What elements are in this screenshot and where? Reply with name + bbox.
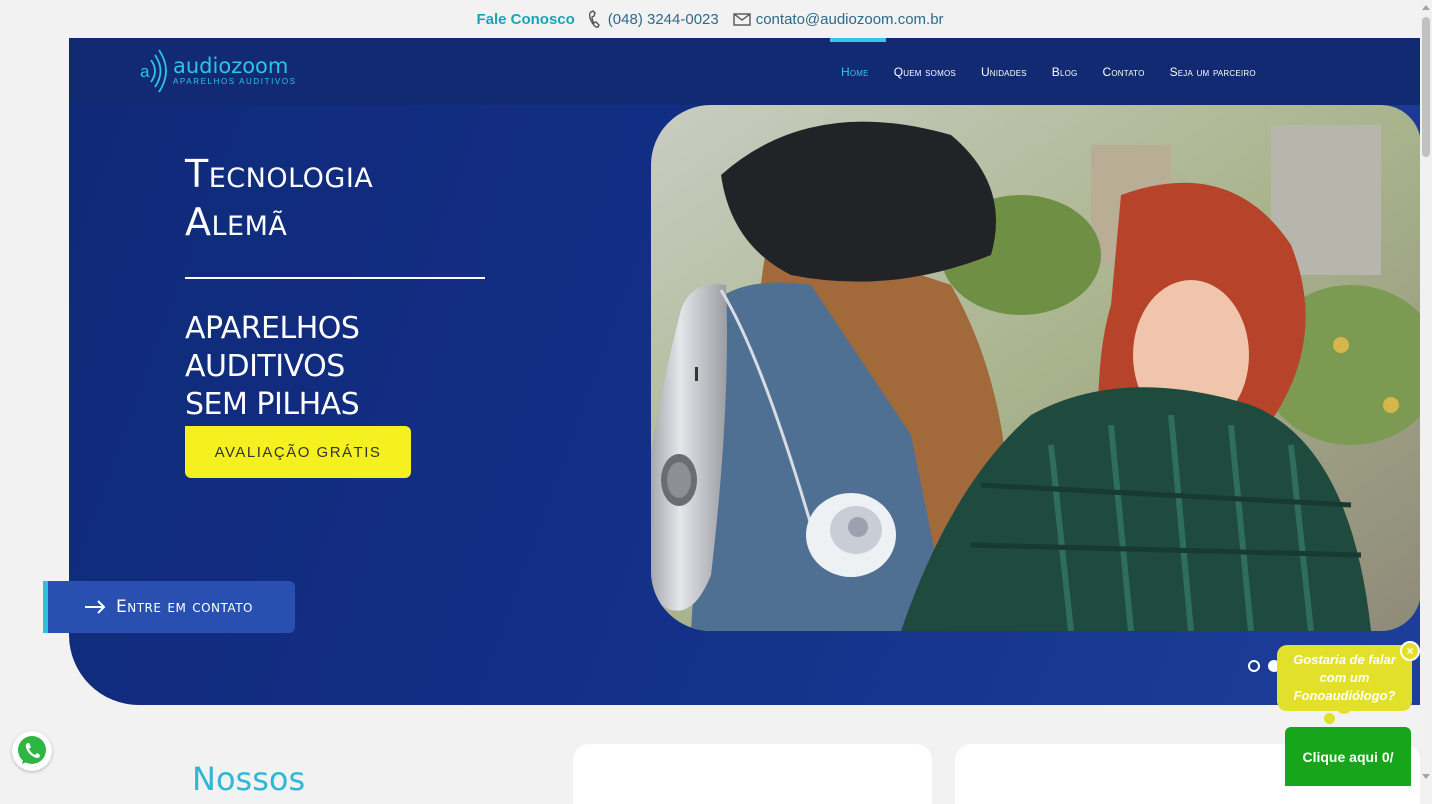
site-logo[interactable]: a audiozoom APARELHOS AUDITIVOS: [139, 48, 297, 94]
hero-title-line1: Tecnologia: [185, 152, 374, 196]
hero-photo: [651, 105, 1421, 631]
avaliacao-gratis-button[interactable]: AVALIAÇÃO GRÁTIS: [185, 426, 411, 478]
hero-photo-illustration: [651, 105, 1421, 631]
entre-em-contato-label: Entre em contato: [116, 597, 253, 617]
nav-quem-somos[interactable]: Quem somos: [894, 65, 956, 79]
nav-seja-parceiro[interactable]: Seja um parceiro: [1170, 65, 1256, 79]
phone-link[interactable]: (048) 3244-0023: [588, 10, 719, 28]
main-nav: Home Quem somos Unidades Blog Contato Se…: [841, 38, 1256, 105]
hero-subtitle-line2: AUDITIVOS: [185, 349, 345, 384]
nav-contato[interactable]: Contato: [1102, 65, 1144, 79]
phone-icon: [588, 10, 600, 28]
logo-name: audiozoom: [173, 54, 289, 78]
arrow-right-icon: [85, 600, 106, 614]
fale-conosco-label: Fale Conosco: [476, 10, 575, 28]
hero-title-line2: Alemã: [185, 200, 288, 244]
scroll-up-arrow-icon[interactable]: [1422, 5, 1430, 10]
hero-subtitle: APARELHOS AUDITIVOS SEM PILHAS: [185, 310, 360, 424]
hero-title: Tecnologia Alemã: [185, 150, 373, 246]
scroll-down-arrow-icon[interactable]: [1422, 774, 1430, 779]
carousel-dot-1[interactable]: [1248, 660, 1260, 672]
chat-bubble-text: Gostaria de falar com um Fonoaudiólogo?: [1293, 652, 1396, 703]
clique-aqui-button[interactable]: Clique aqui 0/: [1285, 727, 1411, 786]
whatsapp-icon: [18, 736, 46, 764]
nav-home[interactable]: Home: [841, 65, 869, 79]
email-link[interactable]: contato@audiozoom.com.br: [733, 11, 944, 28]
page-scrollbar[interactable]: [1420, 0, 1432, 786]
main-navbar: a audiozoom APARELHOS AUDITIVOS Home Que…: [69, 38, 1421, 105]
envelope-icon: [733, 12, 751, 26]
email-address: contato@audiozoom.com.br: [755, 10, 944, 28]
logo-tagline: APARELHOS AUDITIVOS: [173, 77, 297, 86]
entre-em-contato-button[interactable]: Entre em contato: [43, 581, 295, 633]
chat-bubble-tail: [1337, 706, 1351, 714]
hero-subtitle-line1: APARELHOS: [185, 311, 360, 346]
audiozoom-logo-icon: a: [140, 49, 167, 93]
whatsapp-button[interactable]: [12, 731, 52, 771]
chat-bubble-dot: [1324, 713, 1335, 724]
chat-bubble[interactable]: Gostaria de falar com um Fonoaudiólogo?: [1277, 645, 1412, 711]
chat-close-button[interactable]: ×: [1400, 641, 1420, 661]
carousel-dots: [1248, 660, 1280, 672]
feature-card-1: [573, 744, 932, 804]
nav-blog[interactable]: Blog: [1052, 65, 1078, 79]
top-contact-bar: Fale Conosco (048) 3244-0023 contato@aud…: [0, 0, 1420, 38]
section-heading: Nossos: [192, 760, 306, 798]
nav-unidades[interactable]: Unidades: [981, 65, 1027, 79]
hero-divider: [185, 277, 485, 279]
scroll-thumb[interactable]: [1422, 17, 1430, 157]
svg-text:a: a: [140, 62, 150, 81]
hero-subtitle-line3: SEM PILHAS: [185, 387, 360, 422]
phone-number: (048) 3244-0023: [607, 10, 719, 28]
